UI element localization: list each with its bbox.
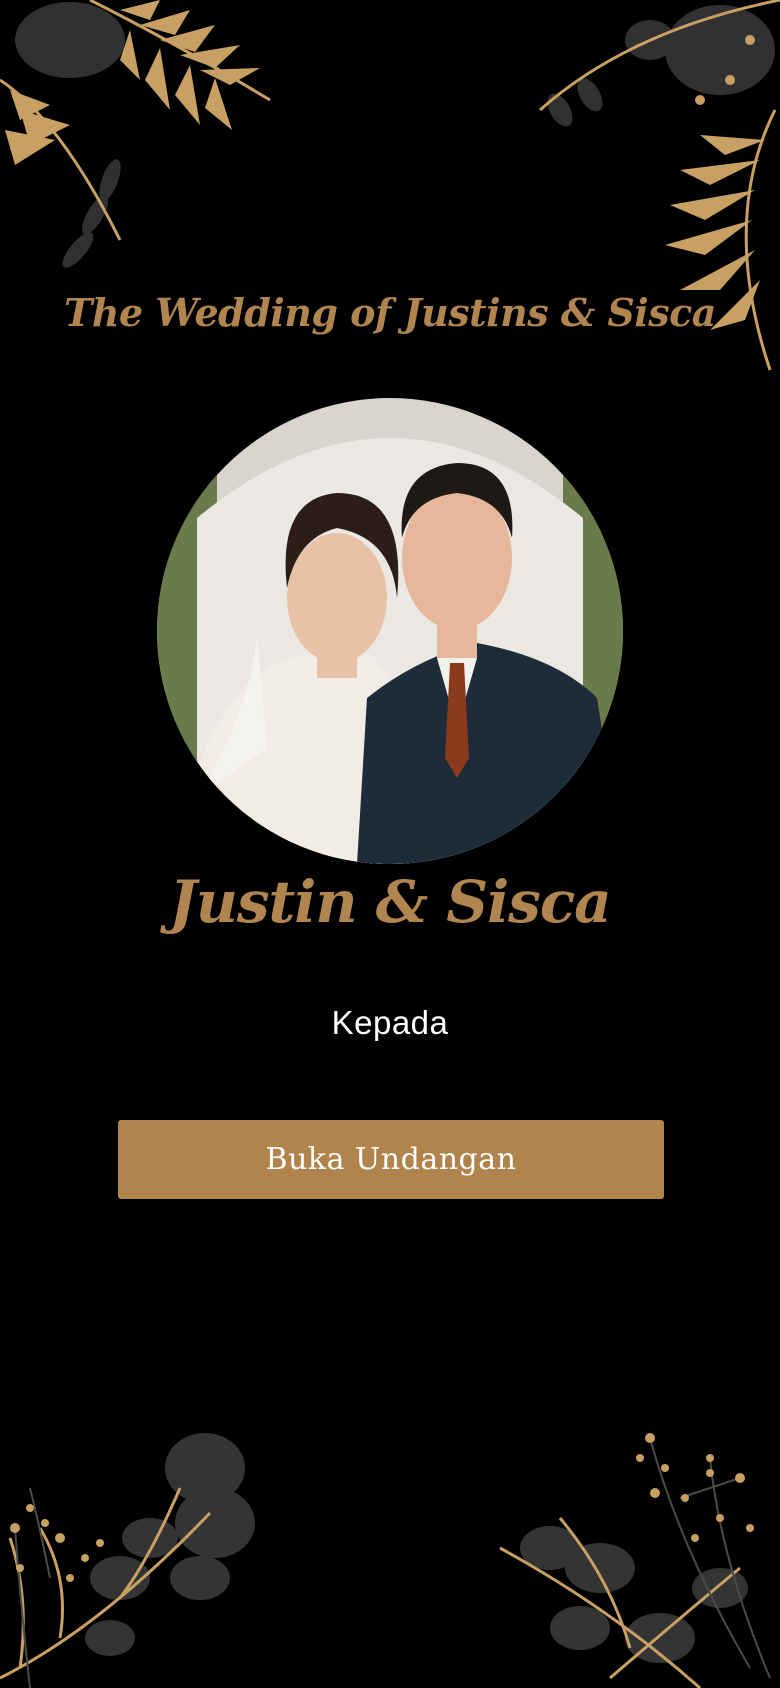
page-title: The Wedding of Justins & Sisca (64, 290, 716, 335)
palm-leaf-decoration-top-left (0, 0, 271, 268)
couple-photo (157, 398, 623, 864)
open-invitation-button[interactable]: Buka Undangan (118, 1120, 664, 1199)
recipient-label: Kepada (331, 1004, 449, 1041)
couple-names: Justin & Sisca (169, 868, 611, 936)
berry-branch-decoration-bottom-left (0, 1433, 255, 1688)
berry-branch-decoration-bottom-right (499, 1433, 771, 1688)
